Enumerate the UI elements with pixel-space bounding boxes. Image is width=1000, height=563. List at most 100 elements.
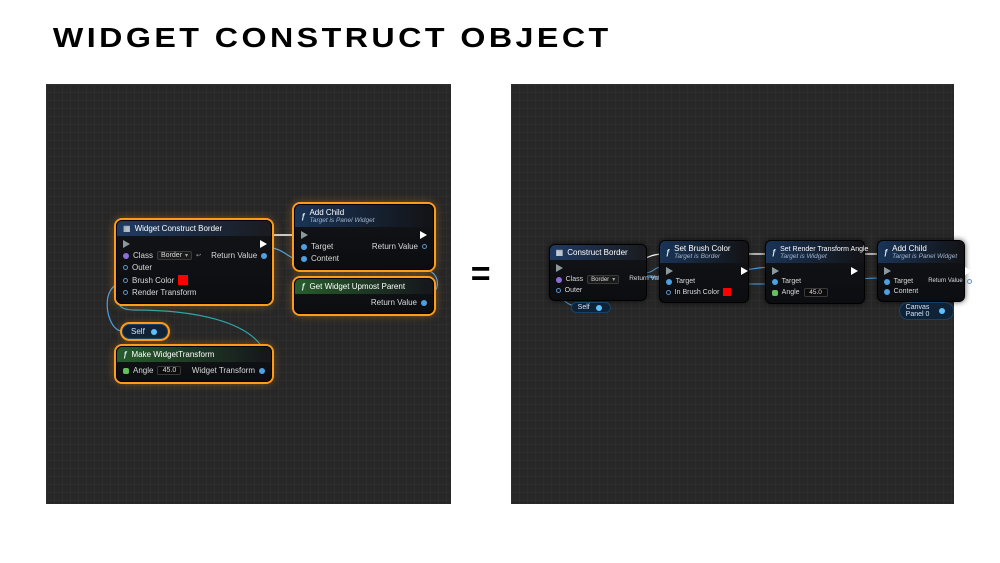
outer-pin[interactable]: [556, 288, 561, 293]
angle-label: Angle: [133, 366, 153, 375]
node-title: Add Child: [892, 244, 927, 253]
return-label: Return Value: [371, 298, 417, 307]
function-icon: ƒ: [123, 350, 127, 359]
return-pin[interactable]: [261, 253, 267, 259]
node-get-widget-upmost-parent[interactable]: ƒ Get Widget Upmost Parent Return Value: [294, 278, 434, 314]
node-header: ▦ Widget Construct Border: [117, 221, 271, 236]
angle-pin[interactable]: [123, 368, 129, 374]
content-label: Content: [311, 254, 339, 263]
target-pin[interactable]: [884, 279, 890, 285]
node-title: Make WidgetTransform: [131, 350, 214, 359]
node-header: ƒ Get Widget Upmost Parent: [295, 279, 433, 294]
function-icon: ƒ: [301, 282, 305, 291]
return-label: Return Value: [928, 278, 963, 284]
self-label: Self: [131, 327, 145, 336]
exec-in-pin[interactable]: [301, 231, 308, 239]
node-make-widget-transform[interactable]: ƒ Make WidgetTransform Angle 45.0 Widget…: [116, 346, 272, 382]
inbrush-pin[interactable]: [666, 290, 671, 295]
brush-color-pin[interactable]: [123, 278, 128, 283]
class-pin[interactable]: [556, 277, 562, 283]
exec-in-pin[interactable]: [772, 267, 779, 275]
render-transform-pin[interactable]: [123, 290, 128, 295]
class-dropdown[interactable]: Border▾: [157, 251, 192, 260]
node-header: ƒ Add Child Target is Panel Widget: [295, 205, 433, 227]
angle-field[interactable]: 45.0: [804, 288, 828, 297]
angle-pin[interactable]: [772, 290, 778, 296]
brush-color-label: Brush Color: [132, 276, 174, 285]
node-self-right[interactable]: Self: [571, 302, 611, 313]
widget-icon: ▦: [556, 248, 564, 257]
self-pin[interactable]: [151, 329, 157, 335]
node-title: Get Widget Upmost Parent: [309, 282, 405, 291]
node-subtitle: Target is Panel Widget: [892, 253, 957, 260]
node-title: Add Child: [309, 208, 344, 217]
node-header: ƒ Make WidgetTransform: [117, 347, 271, 362]
node-header: ƒ Set Render Transform Angle Target is W…: [766, 241, 864, 263]
node-add-child-right[interactable]: ƒ Add Child Target is Panel Widget Targe…: [877, 240, 965, 302]
angle-label: Angle: [782, 289, 800, 296]
widget-icon: ▦: [123, 224, 131, 233]
return-label: Return Value: [372, 242, 418, 251]
return-pin[interactable]: [421, 300, 427, 306]
node-title: Set Brush Color: [674, 244, 730, 253]
function-icon: ƒ: [884, 248, 888, 257]
page-title: WIDGET CONSTRUCT OBJECT: [0, 0, 1000, 54]
return-pin[interactable]: [967, 279, 972, 284]
node-header: ƒ Add Child Target is Panel Widget: [878, 241, 964, 263]
canvas-panel-label: Canvas Panel 0: [906, 304, 933, 318]
node-subtitle: Target is Panel Widget: [309, 217, 374, 224]
inbrush-label: In Brush Color: [675, 289, 720, 296]
target-pin[interactable]: [666, 279, 672, 285]
node-title: Construct Border: [567, 248, 627, 257]
out-label: Widget Transform: [192, 366, 255, 375]
outer-label: Outer: [132, 263, 152, 272]
node-add-child-left[interactable]: ƒ Add Child Target is Panel Widget Targe…: [294, 204, 434, 270]
node-construct-border[interactable]: ▦ Construct Border Class Border▾ Outer R…: [549, 244, 647, 301]
color-swatch[interactable]: [178, 275, 188, 285]
out-pin[interactable]: [259, 368, 265, 374]
exec-in-pin[interactable]: [556, 264, 563, 272]
exec-out-pin[interactable]: [420, 231, 427, 239]
return-pin[interactable]: [422, 244, 427, 249]
exec-out-pin[interactable]: [260, 240, 267, 248]
node-self-left[interactable]: Self: [122, 324, 168, 339]
content-pin[interactable]: [301, 256, 307, 262]
node-widget-construct-border[interactable]: ▦ Widget Construct Border Class Border▾ …: [116, 220, 272, 304]
equals-symbol: =: [461, 255, 501, 294]
node-title: Widget Construct Border: [135, 224, 223, 233]
layout: ▦ Widget Construct Border Class Border▾ …: [0, 54, 1000, 504]
render-transform-label: Render Transform: [132, 288, 196, 297]
angle-field[interactable]: 45.0: [157, 366, 181, 375]
class-dropdown[interactable]: Border▾: [587, 275, 619, 284]
exec-out-pin[interactable]: [741, 267, 748, 275]
self-pin[interactable]: [596, 305, 602, 311]
blueprint-canvas-left[interactable]: ▦ Widget Construct Border Class Border▾ …: [46, 84, 451, 504]
node-set-brush-color[interactable]: ƒ Set Brush Color Target is Border Targe…: [659, 240, 749, 303]
color-swatch[interactable]: [723, 288, 731, 296]
node-subtitle: Target is Border: [674, 253, 730, 260]
node-canvas-panel-0[interactable]: Canvas Panel 0: [899, 302, 954, 320]
exec-in-pin[interactable]: [666, 267, 673, 275]
canvas-panel-pin[interactable]: [939, 308, 945, 314]
target-pin[interactable]: [301, 244, 307, 250]
node-subtitle: Target is Widget: [780, 253, 868, 260]
function-icon: ƒ: [666, 248, 670, 257]
blueprint-canvas-right[interactable]: ▦ Construct Border Class Border▾ Outer R…: [511, 84, 954, 504]
exec-in-pin[interactable]: [123, 240, 130, 248]
outer-label: Outer: [565, 287, 583, 294]
function-icon: ƒ: [772, 248, 776, 257]
expand-icon[interactable]: ↩: [196, 252, 201, 259]
outer-pin[interactable]: [123, 265, 128, 270]
content-pin[interactable]: [884, 289, 890, 295]
return-label: Return Value: [211, 251, 257, 260]
node-set-render-transform-angle[interactable]: ƒ Set Render Transform Angle Target is W…: [765, 240, 865, 304]
self-label: Self: [578, 304, 590, 311]
class-label: Class: [133, 251, 153, 260]
exec-out-pin[interactable]: [965, 267, 972, 275]
exec-in-pin[interactable]: [884, 267, 891, 275]
exec-out-pin[interactable]: [851, 267, 858, 275]
class-pin[interactable]: [123, 253, 129, 259]
class-label: Class: [566, 276, 584, 283]
content-label: Content: [894, 288, 919, 295]
target-pin[interactable]: [772, 279, 778, 285]
